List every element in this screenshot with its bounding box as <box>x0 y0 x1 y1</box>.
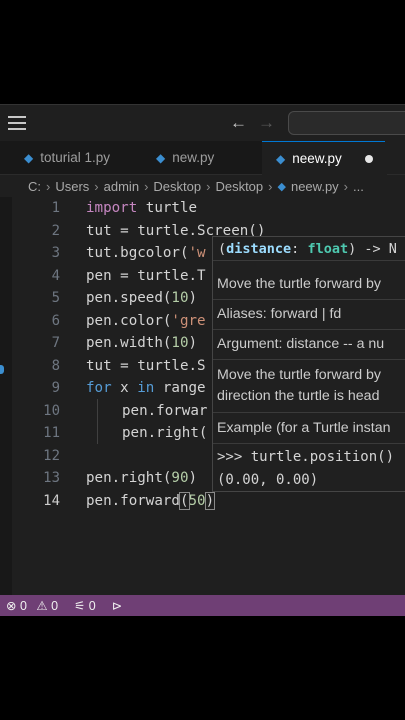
tooltip-divider <box>213 443 405 444</box>
line-number: 2 <box>51 222 60 239</box>
problems-indicator[interactable]: ⊗ 0 ⚠ 0 <box>6 598 58 613</box>
line-number: 10 <box>43 402 60 419</box>
line-number: 11 <box>43 425 60 441</box>
tooltip-divider <box>213 359 405 360</box>
title-bar: ← → <box>0 104 405 141</box>
tooltip-signature: (distance: float) -> N <box>213 237 405 261</box>
line-number: 12 <box>43 447 60 464</box>
warning-triangle-icon: ⚠ <box>36 599 48 613</box>
code-line-active: pen.forward(50) <box>86 491 216 510</box>
line-number: 6 <box>51 312 60 329</box>
breadcrumb-item[interactable]: Users <box>55 179 89 194</box>
tab-new[interactable]: ◆ new.py <box>156 141 214 174</box>
chevron-right-icon: › <box>46 178 51 194</box>
breadcrumb-item[interactable]: neew.py <box>291 179 339 194</box>
python-file-icon: ◆ <box>276 151 286 166</box>
line-number: 5 <box>51 290 60 306</box>
code-line: pen.color('gre <box>86 312 206 329</box>
tooltip-divider <box>213 329 405 330</box>
error-circle-icon: ⊗ <box>6 599 17 613</box>
line-number: 3 <box>51 245 60 261</box>
tab-label: new.py <box>172 150 215 165</box>
tooltip-text: Move the turtle forward by <box>217 276 382 292</box>
chevron-right-icon: › <box>206 178 211 194</box>
line-number: 9 <box>51 380 60 396</box>
warning-count: 0 <box>51 599 59 613</box>
line-number: 8 <box>51 357 60 374</box>
line-number: 7 <box>51 335 60 351</box>
broadcast-icon: ⚟ <box>74 599 86 613</box>
tooltip-text: Argument: distance -- a nu <box>217 336 385 352</box>
breadcrumb-item[interactable]: admin <box>104 179 139 194</box>
tooltip-code: >>> turtle.position() <box>217 449 395 465</box>
error-count: 0 <box>19 599 27 613</box>
remote-play-icon[interactable]: ⊳ <box>112 598 122 613</box>
chevron-right-icon: › <box>144 178 149 194</box>
status-bar: ⊗ 0 ⚠ 0 ⚟ 0 ⊳ <box>0 595 405 616</box>
python-file-icon: ◆ <box>156 150 166 165</box>
code-line: for x in range <box>86 380 206 396</box>
tooltip-text: direction the turtle is head <box>217 388 380 404</box>
ports-indicator[interactable]: ⚟ 0 <box>74 598 96 613</box>
code-line: pen.speed(10) <box>86 290 198 306</box>
hamburger-menu-icon[interactable] <box>8 116 26 130</box>
command-center-search[interactable] <box>288 111 405 135</box>
line-number-active: 14 <box>43 492 60 509</box>
code-line: pen.right( <box>122 425 208 441</box>
tooltip-divider <box>213 412 405 413</box>
tooltip-text: Aliases: forward | fd <box>217 306 342 322</box>
tab-label: toturial 1.py <box>40 150 111 165</box>
code-line: tut = turtle.S <box>86 357 206 374</box>
chevron-right-icon: › <box>343 178 349 194</box>
line-number: 4 <box>51 267 60 284</box>
tab-bar: ◆ toturial 1.py ◆ new.py ◆ neew.py <box>0 141 405 175</box>
code-line: pen = turtle.T <box>86 267 206 284</box>
indent-guide <box>97 399 98 444</box>
tooltip-text: Move the turtle forward by <box>217 367 382 383</box>
breadcrumb-item[interactable]: Desktop <box>153 179 201 194</box>
chevron-right-icon: › <box>94 178 99 194</box>
chevron-right-icon: › <box>268 178 273 194</box>
python-file-icon: ◆ <box>24 150 34 165</box>
gutter-strip <box>0 197 12 595</box>
tab-neew-active[interactable]: ◆ neew.py <box>262 141 387 175</box>
activity-marker <box>0 365 4 374</box>
python-file-icon: ◆ <box>277 180 286 193</box>
line-number: 1 <box>51 200 60 216</box>
tab-toturial-1[interactable]: ◆ toturial 1.py <box>24 141 110 174</box>
code-line: import turtle <box>86 200 198 216</box>
breadcrumb-item[interactable]: Desktop <box>215 179 263 194</box>
ports-count: 0 <box>88 599 96 613</box>
code-line: pen.right(90) <box>86 470 198 486</box>
tab-overflow <box>385 141 405 174</box>
code-line: tut.bgcolor('w <box>86 245 206 261</box>
tooltip-text: Example (for a Turtle instan <box>217 420 391 436</box>
unsaved-dot-icon[interactable] <box>365 155 373 163</box>
text-cursor <box>214 492 216 509</box>
breadcrumb: C: › Users › admin › Desktop › Desktop › ◆ nee… <box>0 175 405 197</box>
code-line: pen.forwar <box>122 402 208 419</box>
tab-label: neew.py <box>292 151 342 166</box>
line-number: 13 <box>43 470 60 486</box>
breadcrumb-item[interactable]: C: <box>28 179 41 194</box>
tooltip-code: (0.00, 0.00) <box>217 472 319 488</box>
arrow-left-icon[interactable]: ← <box>230 111 247 135</box>
breadcrumb-item[interactable]: ... <box>353 179 364 194</box>
arrow-right-icon[interactable]: → <box>258 111 275 135</box>
tooltip-divider <box>213 299 405 300</box>
hover-tooltip: (distance: float) -> N Move the turtle f… <box>212 236 405 492</box>
code-line: pen.width(10) <box>86 335 198 351</box>
